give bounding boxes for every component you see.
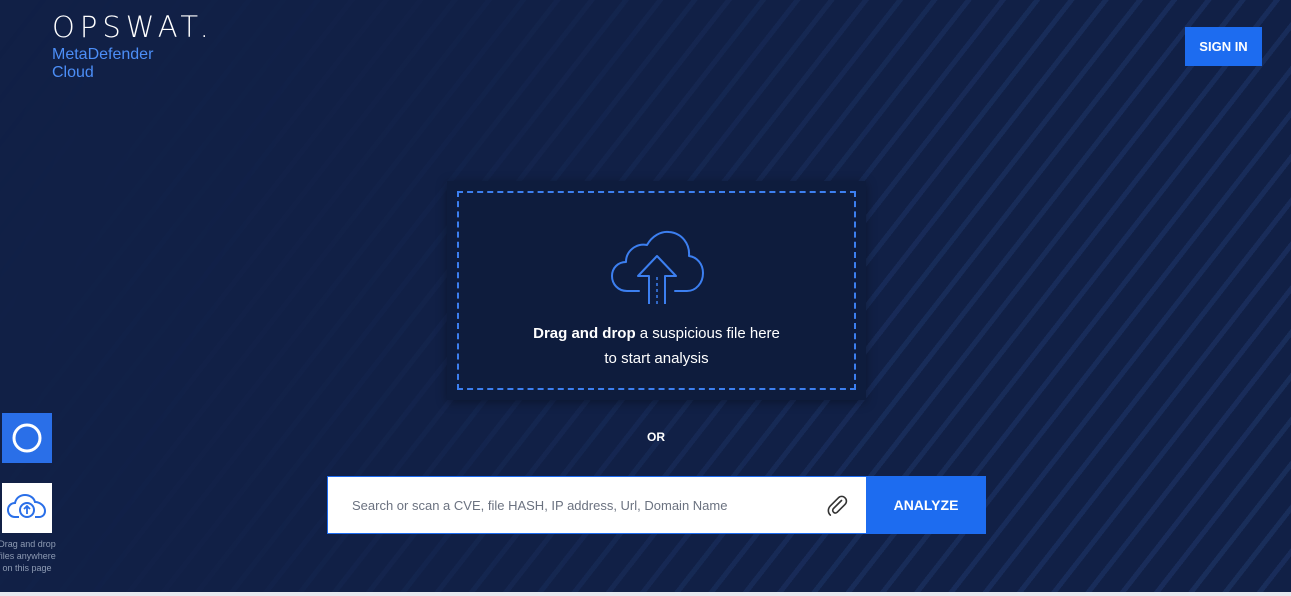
search-box — [327, 476, 867, 534]
sign-in-button[interactable]: SIGN IN — [1185, 27, 1262, 66]
logo-wordmark: OPSWAT. — [52, 10, 214, 44]
cloud-upload-icon — [611, 230, 704, 304]
side-drop-caption: Drag and drop files anywhere on this pag… — [0, 539, 56, 573]
drop-text-line2: to start analysis — [604, 350, 709, 367]
file-drop-zone[interactable]: Drag and drop a suspicious file here to … — [457, 191, 856, 390]
drop-instructions: Drag and drop a suspicious file here to … — [459, 321, 854, 371]
analyze-button[interactable]: ANALYZE — [866, 476, 986, 534]
logo-product-name: MetaDefender Cloud — [52, 46, 154, 81]
drop-text-rest: a suspicious file here — [635, 325, 780, 342]
bottom-strip — [0, 592, 1291, 596]
or-separator: OR — [647, 430, 665, 444]
page: OPSWAT. MetaDefender Cloud SIGN IN Drag … — [0, 0, 1291, 592]
logo[interactable]: OPSWAT. MetaDefender Cloud — [52, 12, 214, 82]
drop-panel: Drag and drop a suspicious file here to … — [447, 181, 866, 400]
side-upload-button[interactable] — [2, 483, 52, 533]
search-input[interactable] — [340, 485, 834, 525]
paperclip-icon[interactable] — [825, 494, 849, 518]
side-circle-button[interactable] — [2, 413, 52, 463]
drop-text-bold: Drag and drop — [533, 325, 636, 342]
circle-icon — [12, 423, 42, 453]
cloud-upload-small-icon — [6, 493, 47, 518]
